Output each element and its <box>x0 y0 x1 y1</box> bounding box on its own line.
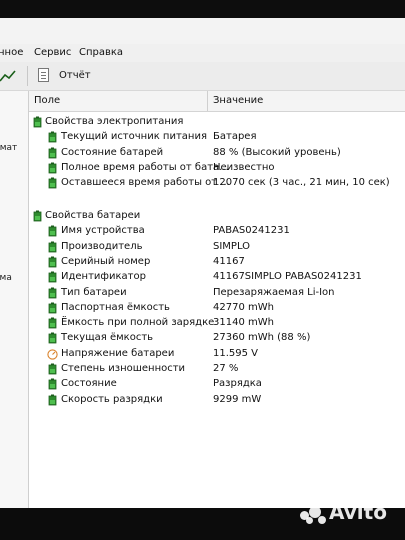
property-row[interactable]: Идентификатор 41167SIMPLO PABAS0241231 <box>29 270 405 285</box>
property-value: 9299 mW <box>213 393 262 405</box>
battery-icon <box>48 241 57 253</box>
property-row[interactable]: Имя устройства PABAS0241231 <box>29 224 405 239</box>
property-label: Оставшееся время работы от ... <box>61 177 230 189</box>
column-header-field[interactable]: Поле <box>34 95 60 106</box>
property-value: PABAS0241231 <box>213 225 290 237</box>
property-label: Идентификатор <box>61 271 146 283</box>
property-value: 41167 <box>213 255 245 267</box>
battery-icon <box>48 271 57 283</box>
property-value: 27 % <box>213 363 239 374</box>
property-value: 88 % (Высокий уровень) <box>213 146 341 158</box>
battery-icon <box>48 302 57 314</box>
property-label: Напряжение батареи <box>61 347 175 359</box>
group-title: Свойства электропитания <box>45 116 184 127</box>
battery-icon <box>48 287 57 299</box>
property-row[interactable]: Производитель SIMPLO <box>29 240 405 255</box>
property-label: Ёмкость при полной зарядке <box>61 317 215 329</box>
battery-icon <box>48 394 57 406</box>
menu-item-service[interactable]: Сервис <box>34 47 71 58</box>
property-label: Имя устройства <box>61 225 145 237</box>
property-label: Паспортная ёмкость <box>61 301 170 313</box>
property-value: 31140 mWh <box>213 317 274 329</box>
menu-item-help[interactable]: Справка <box>79 47 123 58</box>
property-row[interactable]: Напряжение батареи 11.595 V <box>29 347 405 362</box>
report-label: Отчёт <box>59 70 91 81</box>
battery-icon <box>48 131 57 143</box>
property-value: Разрядка <box>213 378 262 390</box>
battery-icon <box>48 147 57 159</box>
avito-logo-icon <box>300 504 326 524</box>
battery-icon <box>48 256 57 268</box>
group-header-row[interactable]: Свойства электропитания <box>29 115 405 130</box>
menu-bar: нное Сервис Справка <box>0 44 405 62</box>
property-row[interactable]: Состояние батарей 88 % (Высокий уровень) <box>29 146 405 161</box>
application-window: нное Сервис Справка Отчёт рмат ема Поле … <box>0 18 405 508</box>
column-separator[interactable] <box>207 91 208 111</box>
property-label: Текущий источник питания <box>61 131 207 143</box>
property-label: Состояние батарей <box>61 146 164 158</box>
battery-icon <box>48 332 57 344</box>
battery-icon <box>48 225 57 237</box>
property-value: Перезаряжаемая Li-Ion <box>213 286 335 298</box>
avito-text: Avito <box>329 500 387 524</box>
toolbar: Отчёт <box>0 62 405 91</box>
battery-icon <box>33 116 42 128</box>
property-value: 41167SIMPLO PABAS0241231 <box>213 271 362 283</box>
property-value: Неизвестно <box>213 161 275 173</box>
table-header: Поле Значение <box>29 91 405 112</box>
report-button[interactable]: Отчёт <box>38 66 98 86</box>
avito-watermark: Avito <box>300 500 387 524</box>
properties-table: Поле Значение Свойства электропитания Тек… <box>29 91 405 508</box>
property-row[interactable]: Степень изношенности 27 % <box>29 362 405 377</box>
property-row[interactable]: Тип батареи Перезаряжаемая Li-Ion <box>29 286 405 301</box>
left-navigation-pane[interactable]: рмат ема <box>0 91 29 508</box>
property-row[interactable]: Ёмкость при полной зарядке 31140 mWh <box>29 316 405 331</box>
property-value: 12070 сек (3 час., 21 мин, 10 сек) <box>213 177 390 189</box>
property-label: Скорость разрядки <box>61 393 163 405</box>
battery-icon <box>48 317 57 329</box>
property-row[interactable]: Оставшееся время работы от ... 12070 сек … <box>29 176 405 191</box>
property-label: Производитель <box>61 240 143 252</box>
report-icon <box>38 68 49 82</box>
property-row[interactable]: Скорость разрядки 9299 mW <box>29 393 405 408</box>
battery-icon <box>48 363 57 375</box>
property-label: Серийный номер <box>61 255 151 267</box>
property-label: Состояние <box>61 378 117 390</box>
property-row[interactable]: Паспортная ёмкость 42770 mWh <box>29 301 405 316</box>
toolbar-separator <box>27 66 28 86</box>
property-label: Полное время работы от бата... <box>61 161 229 173</box>
property-value: 42770 mWh <box>213 301 274 313</box>
menu-item-partial[interactable]: нное <box>0 47 23 58</box>
left-pane-text-1[interactable]: рмат <box>0 143 17 153</box>
battery-icon <box>48 177 57 189</box>
group-title: Свойства батареи <box>45 210 141 221</box>
column-header-value[interactable]: Значение <box>213 95 263 106</box>
property-value: SIMPLO <box>213 240 251 252</box>
property-row[interactable]: Текущий источник питания Батарея <box>29 130 405 145</box>
property-row[interactable]: Полное время работы от бата... Неизвестно <box>29 161 405 176</box>
property-row[interactable]: Текущая ёмкость 27360 mWh (88 %) <box>29 331 405 346</box>
property-value: 27360 mWh (88 %) <box>213 332 311 344</box>
property-label: Тип батареи <box>61 286 127 298</box>
property-label: Степень изношенности <box>61 363 186 374</box>
group-header-row[interactable]: Свойства батареи <box>29 209 405 224</box>
battery-icon <box>48 378 57 390</box>
property-row[interactable]: Серийный номер 41167 <box>29 255 405 270</box>
property-value: Батарея <box>213 131 257 143</box>
battery-icon <box>48 162 57 174</box>
battery-icon <box>33 210 42 222</box>
property-value: 11.595 V <box>213 347 259 359</box>
gauge-icon <box>47 349 58 361</box>
left-pane-text-2[interactable]: ема <box>0 273 12 283</box>
property-label: Текущая ёмкость <box>61 332 154 344</box>
chart-icon[interactable] <box>0 68 16 82</box>
property-row[interactable]: Состояние Разрядка <box>29 377 405 392</box>
